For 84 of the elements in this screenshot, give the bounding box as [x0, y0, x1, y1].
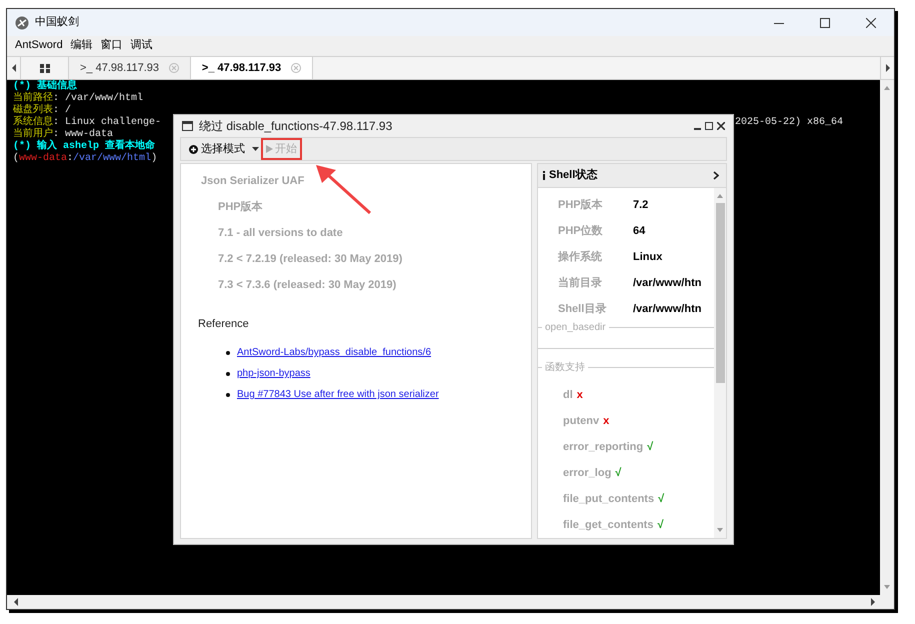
menu-item[interactable]: 窗口 [100, 36, 123, 54]
version-item: 7.2 < 7.2.19 (released: 30 May 2019) [217, 252, 404, 267]
maximize-icon [820, 18, 830, 28]
terminal-text: ) [151, 153, 158, 165]
terminal-text: : [67, 153, 74, 165]
info-label: 当前目录 [558, 276, 603, 291]
version-item: 7.1 - all versions to date [217, 226, 344, 241]
terminal-text: (*) 输入 ashelp 查看本地命 [13, 141, 156, 152]
terminal-text: www-data [19, 153, 68, 165]
mode-dropdown[interactable]: 选择模式 [189, 139, 259, 159]
plus-circle-icon [189, 144, 198, 154]
caret-icon [252, 147, 259, 151]
support-mark: √ [657, 518, 664, 533]
info-label: PHP位数 [558, 224, 604, 239]
terminal-text: 当前路径 [13, 93, 53, 104]
window-title: 中国蚁剑 [35, 15, 79, 30]
menu-item[interactable]: 调试 [130, 36, 153, 54]
terminal-text: : / [53, 105, 72, 116]
support-mark: √ [647, 440, 654, 455]
terminal-text: 系统信息 [13, 117, 53, 128]
menu-item[interactable]: 编辑 [70, 36, 93, 54]
terminal-text: (*) 基础信息 [13, 81, 78, 92]
function-item: file_put_contents [563, 492, 654, 507]
fieldset-legend: open_basedir [542, 320, 609, 334]
function-item: file_get_contents [563, 518, 654, 533]
info-label: PHP版本 [558, 198, 604, 213]
chevron-right-icon[interactable] [713, 171, 719, 180]
exploit-title: Json Serializer UAF [201, 174, 306, 189]
terminal-text: : Linux challenge- [53, 117, 162, 128]
left-arrow-icon[interactable] [10, 64, 16, 72]
function-item: error_reporting [563, 440, 644, 455]
panel-title: Shell状态 [549, 168, 598, 184]
terminal-text: 磁盘列表 [13, 105, 53, 116]
tab-label: >_ 47.98.117.93 [202, 60, 282, 76]
reference-link[interactable]: php-json-bypass [237, 366, 310, 381]
bullet-icon [226, 392, 230, 396]
terminal-line: 2025-05-22) x86_64 [734, 117, 843, 129]
support-mark: x [576, 388, 583, 403]
terminal-text: ( [13, 153, 20, 165]
info-icon [542, 171, 546, 180]
maximize-button[interactable] [705, 122, 713, 130]
function-item: dl [563, 388, 573, 403]
info-value: /var/www/htn [633, 276, 702, 291]
function-item: putenv [563, 414, 600, 429]
info-label: Shell目录 [558, 302, 608, 317]
info-label: 操作系统 [558, 250, 603, 265]
info-value: 7.2 [633, 198, 648, 213]
close-button[interactable] [717, 122, 725, 130]
version-item: 7.3 < 7.3.6 (released: 30 May 2019) [217, 278, 398, 293]
right-arrow-icon[interactable] [870, 598, 876, 606]
reference-link[interactable]: Bug #77843 Use after free with json serializer [237, 387, 439, 402]
window-icon [182, 121, 193, 131]
function-item: error_log [563, 466, 612, 481]
left-arrow-icon[interactable] [13, 598, 19, 606]
scrollbar-thumb[interactable] [716, 203, 724, 383]
menu-item[interactable]: AntSword [15, 36, 63, 54]
reference-heading: Reference [198, 317, 250, 332]
support-mark: x [603, 414, 610, 429]
section-label: PHP版本 [217, 200, 264, 215]
terminal-text: : www-data [53, 129, 114, 140]
info-value: /var/www/htn [633, 302, 702, 317]
fieldset-legend: 函数支持 [542, 360, 588, 374]
dialog-title: 绕过 disable_functions-47.98.117.93 [199, 118, 392, 135]
bullet-icon [226, 350, 230, 354]
tab[interactable]: >_ 47.98.117.93 [191, 57, 313, 79]
info-value: 64 [633, 224, 646, 239]
info-value: Linux [633, 250, 662, 265]
down-arrow-icon[interactable] [717, 526, 723, 534]
support-mark: √ [658, 492, 664, 507]
support-mark: √ [615, 466, 622, 481]
play-icon [266, 145, 273, 153]
bullet-icon [226, 372, 230, 376]
tab[interactable]: >_ 47.98.117.93 [69, 57, 191, 79]
tab-label: >_ 47.98.117.93 [80, 60, 159, 76]
annotation-arrow [314, 163, 372, 215]
right-arrow-icon[interactable] [884, 64, 890, 72]
terminal-text: 当前用户 [13, 129, 53, 140]
app-logo-icon [15, 16, 29, 30]
up-arrow-icon[interactable] [717, 192, 723, 200]
terminal-text: /var/www/html [73, 153, 152, 165]
terminal-text: : /var/www/html [53, 93, 144, 104]
close-icon [866, 18, 876, 28]
grid-icon [40, 64, 50, 72]
reference-link[interactable]: AntSword-Labs/bypass_disable_functions/6 [237, 345, 432, 360]
